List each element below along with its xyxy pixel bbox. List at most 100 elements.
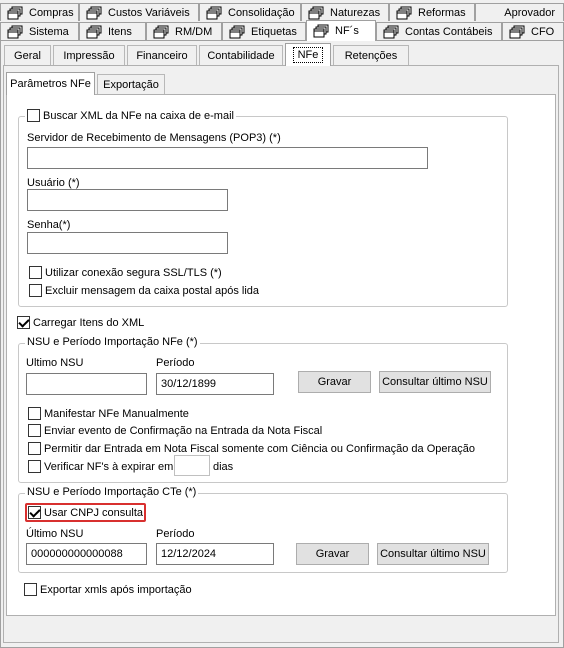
cte-nsu-input[interactable]: [26, 543, 147, 565]
manifest-label: Manifestar NFe Manualmente: [44, 407, 189, 420]
tab-geral[interactable]: Geral: [4, 45, 51, 65]
allow-entry-checkbox[interactable]: [28, 442, 41, 455]
verify-expire-checkbox[interactable]: [28, 460, 41, 473]
tab-consolidacao[interactable]: Consolidação: [199, 3, 301, 21]
tab-label: Reformas: [418, 6, 466, 19]
use-cnpj-option[interactable]: Usar CNPJ consulta: [25, 503, 147, 522]
stack-icon: [7, 6, 23, 20]
tab-label: Impressão: [63, 49, 115, 62]
export-xml-checkbox[interactable]: [24, 583, 37, 596]
stack-icon: [229, 25, 245, 39]
tab-label: Custos Variáveis: [108, 6, 190, 19]
tab-contabilidade[interactable]: Contabilidade: [199, 45, 283, 65]
tab-label: NF´s: [335, 25, 359, 37]
tab-sistema[interactable]: Sistema: [0, 22, 79, 40]
tab-etiquetas[interactable]: Etiquetas: [222, 22, 306, 40]
stack-icon: [509, 25, 525, 39]
use-cnpj-checkbox[interactable]: [28, 506, 41, 519]
export-xml-option[interactable]: Exportar xmls após importação: [24, 583, 192, 596]
pop3-server-input[interactable]: [27, 147, 428, 169]
tab-rm-dm[interactable]: RM/DM: [146, 22, 222, 40]
stack-icon: [86, 25, 102, 39]
cte-save-button[interactable]: Gravar: [296, 543, 369, 565]
tab-reformas[interactable]: Reformas: [389, 3, 475, 21]
nfe-import-group: NSU e Período Importação NFe (*) Ultimo …: [18, 336, 508, 483]
event-option[interactable]: Enviar evento de Confirmação na Entrada …: [28, 424, 322, 437]
stack-icon: [308, 6, 324, 20]
export-xml-label: Exportar xmls após importação: [40, 583, 192, 596]
delete-after-read-checkbox[interactable]: [29, 284, 42, 297]
tab-nfe[interactable]: NFe: [285, 43, 331, 66]
use-cnpj-label: Usar CNPJ consulta: [44, 506, 144, 519]
tab-label: Contas Contábeis: [405, 25, 493, 38]
cte-nsu-label: Último NSU: [26, 528, 84, 540]
tab-label: Compras: [29, 6, 74, 19]
nfe-query-nsu-button[interactable]: Consultar último NSU: [379, 371, 491, 393]
days-label: dias: [213, 461, 234, 473]
user-input[interactable]: [27, 189, 228, 211]
allow-entry-label: Permitir dar Entrada em Nota Fiscal some…: [44, 442, 476, 455]
stack-icon: [86, 6, 102, 20]
tab-naturezas[interactable]: Naturezas: [301, 3, 389, 21]
tab-label: Sistema: [29, 25, 69, 38]
delete-option[interactable]: Excluir mensagem da caixa postal após li…: [29, 284, 259, 297]
stack-icon: [313, 24, 329, 38]
ssl-checkbox[interactable]: [29, 266, 42, 279]
nfe-save-button[interactable]: Gravar: [298, 371, 371, 393]
tab-label: Naturezas: [330, 6, 381, 19]
load-items-checkbox[interactable]: [17, 316, 30, 329]
ssl-option[interactable]: Utilizar conexão segura SSL/TLS (*): [29, 266, 222, 279]
nfe-period-label: Período: [156, 357, 195, 369]
top-tab-row-2: Sistema Itens RM/DM Etiquetas NF´s Conta…: [0, 20, 564, 41]
stack-icon: [206, 6, 222, 20]
load-items-label: Carregar Itens do XML: [33, 316, 145, 329]
sub-tab-row: Geral Impressão Financeiro Contabilidade…: [4, 43, 560, 66]
tab-label: Financeiro: [136, 49, 188, 62]
tab-label: Parâmetros NFe: [10, 78, 91, 90]
verify-expire-option[interactable]: Verificar NF's à expirar em: [28, 460, 173, 473]
stack-icon: [396, 6, 412, 20]
allow-entry-option[interactable]: Permitir dar Entrada em Nota Fiscal some…: [28, 442, 475, 455]
tab-aprovador[interactable]: Aprovador: [475, 3, 564, 21]
manifest-checkbox[interactable]: [28, 407, 41, 420]
nfe-period-input[interactable]: [156, 373, 274, 395]
tab-itens[interactable]: Itens: [79, 22, 146, 40]
tab-nfs[interactable]: NF´s: [306, 20, 376, 41]
confirmation-event-checkbox[interactable]: [28, 424, 41, 437]
email-group: Buscar XML da NFe na caixa de e-mail Ser…: [18, 109, 508, 307]
nfe-import-title: NSU e Período Importação NFe (*): [27, 336, 198, 348]
tab-cfo[interactable]: CFO: [502, 22, 564, 40]
tab-financeiro[interactable]: Financeiro: [127, 45, 197, 65]
top-tab-row-1: Compras Custos Variáveis Consolidação Na…: [0, 3, 564, 21]
tab-label: CFO: [531, 25, 555, 38]
fetch-xml-email-checkbox[interactable]: [27, 109, 40, 122]
verify-expire-label: Verificar NF's à expirar em: [44, 460, 174, 473]
cte-period-input[interactable]: [156, 543, 274, 565]
nfe-nsu-input[interactable]: [26, 373, 147, 395]
parametros-nfe-panel: Buscar XML da NFe na caixa de e-mail Ser…: [6, 94, 556, 616]
pop3-server-label: Servidor de Recebimento de Mensagens (PO…: [27, 132, 281, 144]
cte-query-nsu-button[interactable]: Consultar último NSU: [377, 543, 489, 565]
cte-period-label: Período: [156, 528, 195, 540]
tab-exportacao[interactable]: Exportação: [97, 74, 165, 94]
inner-tab-row: Parâmetros NFe Exportação: [6, 72, 206, 95]
tab-retencoes[interactable]: Retenções: [333, 45, 409, 65]
tab-custos-variaveis[interactable]: Custos Variáveis: [79, 3, 199, 21]
user-label: Usuário (*): [27, 177, 80, 189]
tab-label: Itens: [108, 25, 132, 38]
cte-import-group: NSU e Período Importação CTe (*) Usar CN…: [18, 486, 508, 573]
expire-days-input[interactable]: [174, 455, 210, 476]
manifest-option[interactable]: Manifestar NFe Manualmente: [28, 407, 189, 420]
load-items-option[interactable]: Carregar Itens do XML: [17, 316, 144, 329]
tab-label: Geral: [14, 49, 41, 62]
cte-import-legend: NSU e Período Importação CTe (*): [25, 486, 199, 498]
email-group-legend[interactable]: Buscar XML da NFe na caixa de e-mail: [25, 109, 236, 122]
tab-compras[interactable]: Compras: [0, 3, 79, 21]
tab-parametros-nfe[interactable]: Parâmetros NFe: [6, 72, 95, 95]
tab-contas-contabeis[interactable]: Contas Contábeis: [376, 22, 502, 40]
confirmation-event-label: Enviar evento de Confirmação na Entrada …: [44, 424, 323, 437]
password-input[interactable]: [27, 232, 228, 254]
tab-impressao[interactable]: Impressão: [53, 45, 125, 65]
tab-label: Etiquetas: [251, 25, 297, 38]
nfe-import-legend: NSU e Período Importação NFe (*): [25, 336, 200, 348]
